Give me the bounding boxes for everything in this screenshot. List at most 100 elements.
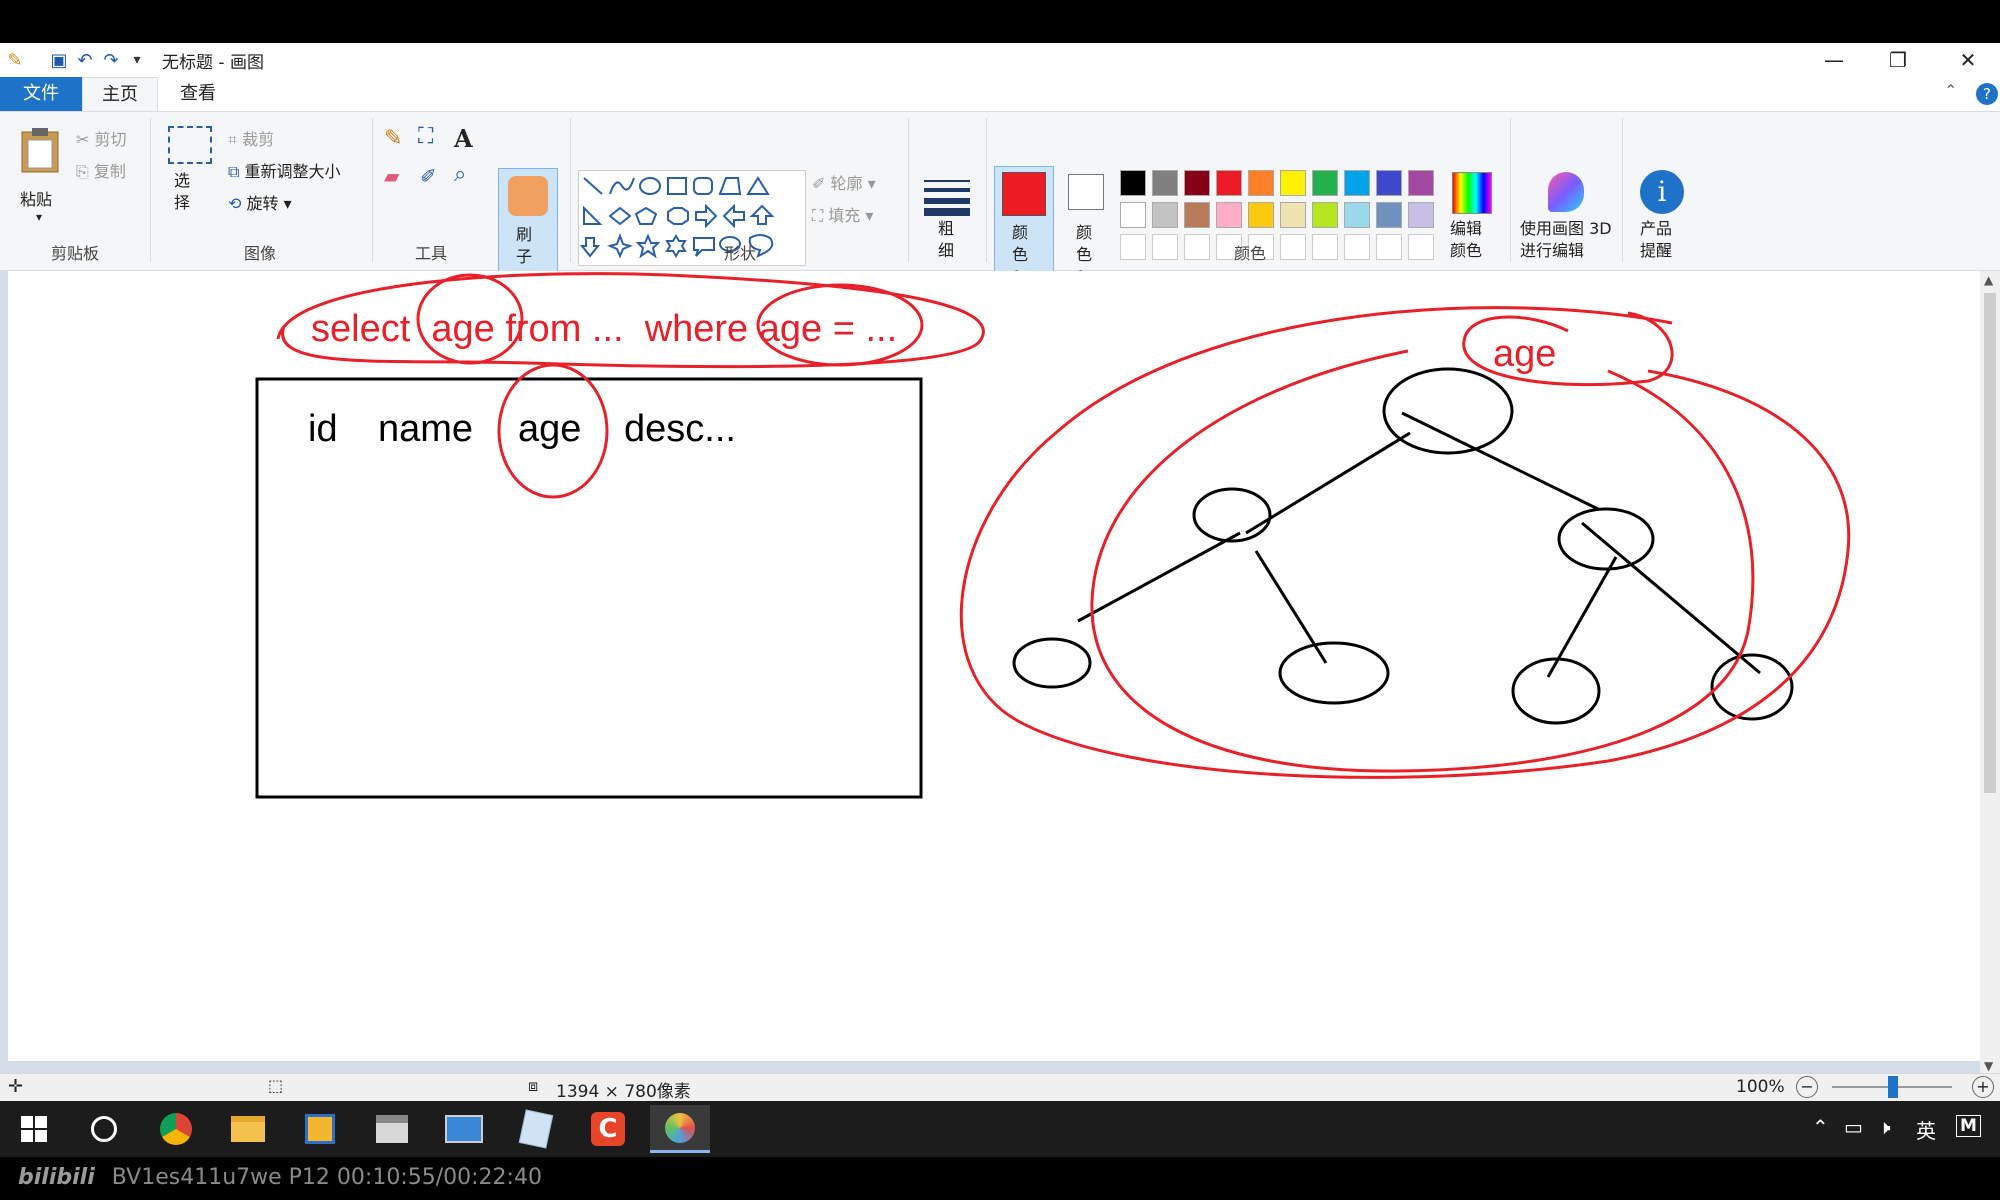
palette-swatch[interactable] (1344, 234, 1370, 260)
palette-swatch[interactable] (1216, 202, 1242, 228)
palette-swatch[interactable] (1312, 234, 1338, 260)
palette-swatch[interactable] (1216, 170, 1242, 196)
clipboard-group-label: 剪贴板 (50, 244, 99, 263)
tab-view[interactable]: 查看 (160, 77, 236, 111)
chrome-app[interactable] (146, 1105, 206, 1153)
notes-app[interactable] (506, 1105, 566, 1153)
copy-button[interactable]: ⎘ 复制 (76, 158, 126, 182)
redo-icon[interactable]: ↷ (98, 47, 124, 73)
fill-label: 填充 (828, 206, 861, 225)
scroll-up-icon[interactable]: ▲ (1984, 273, 1993, 287)
separator (908, 118, 909, 262)
palette-swatch[interactable] (1408, 234, 1434, 260)
palette-swatch[interactable] (1120, 234, 1146, 260)
separator (1622, 118, 1623, 262)
zoom-slider-thumb[interactable] (1888, 1076, 1898, 1098)
zoom-out-icon[interactable]: − (1796, 1076, 1818, 1098)
palette-swatch[interactable] (1312, 202, 1338, 228)
table-box (255, 377, 923, 799)
palette-swatch[interactable] (1344, 170, 1370, 196)
paste-icon (21, 128, 59, 173)
query-text: select age from ... where age = ... (311, 308, 897, 350)
control-panel-app[interactable] (362, 1105, 422, 1153)
palette-swatch[interactable] (1120, 170, 1146, 196)
text-tool-icon[interactable]: A (454, 124, 473, 153)
color2-swatch[interactable] (1068, 174, 1104, 210)
paint-app[interactable] (650, 1105, 710, 1153)
tab-file[interactable]: 文件 (0, 77, 82, 111)
vertical-scrollbar[interactable]: ▲ ▼ (1980, 271, 2000, 1079)
palette-swatch[interactable] (1152, 170, 1178, 196)
notes-icon (518, 1109, 554, 1149)
canvas-drawing: select age from ... where age = ... id n… (255, 272, 1851, 799)
ime-indicator[interactable]: 英 (1916, 1115, 1936, 1144)
start-button[interactable] (4, 1105, 64, 1153)
palette-swatch[interactable] (1120, 202, 1146, 228)
vertical-scroll-thumb[interactable] (1984, 293, 1996, 793)
windows-logo-icon (21, 1116, 47, 1142)
palette-swatch[interactable] (1376, 170, 1402, 196)
palette-swatch[interactable] (1408, 202, 1434, 228)
rotate-label: 旋转 (246, 194, 279, 213)
help-icon[interactable]: ? (1976, 83, 1998, 105)
file-explorer-app[interactable] (218, 1105, 278, 1153)
size-label: 粗细 (938, 219, 955, 260)
ime-mode-icon[interactable]: M (1956, 1115, 1981, 1137)
palette-swatch[interactable] (1408, 170, 1434, 196)
palette-swatch[interactable] (1152, 202, 1178, 228)
undo-icon[interactable]: ↶ (72, 47, 98, 73)
qat-dropdown-icon[interactable]: ▾ (124, 47, 150, 73)
search-button[interactable] (74, 1105, 134, 1153)
outline-button[interactable]: ✐ 轮廓 ▾ (812, 170, 876, 194)
fill-button[interactable]: ⛶ 填充 ▾ (812, 202, 873, 226)
crop-button[interactable]: ⌗ 裁剪 (228, 126, 274, 150)
save-icon[interactable]: ▣ (46, 47, 72, 73)
palette-swatch[interactable] (1280, 170, 1306, 196)
palette-swatch[interactable] (1376, 202, 1402, 228)
show-hidden-icons[interactable]: ⌃ (1812, 1115, 1829, 1139)
palette-swatch[interactable] (1312, 170, 1338, 196)
drawing-canvas[interactable]: select age from ... where age = ... id n… (8, 271, 1980, 1061)
edit-colors-button[interactable]: 编辑颜色 (1444, 168, 1498, 268)
folder-icon (231, 1116, 265, 1142)
color-picker-icon[interactable]: ✐ (420, 164, 437, 188)
colors-group-label: 颜色 (1233, 244, 1266, 263)
minimize-button[interactable]: — (1802, 43, 1866, 77)
palette-swatch[interactable] (1184, 170, 1210, 196)
resize-button[interactable]: ⧉ 重新调整大小 (228, 158, 341, 182)
rotate-button[interactable]: ⟲ 旋转 ▾ (228, 190, 292, 214)
tree-label: age (1493, 333, 1556, 375)
outline-label: 轮廓 (830, 174, 863, 193)
palette-swatch[interactable] (1376, 234, 1402, 260)
volume-muted-icon[interactable]: 🕨 (1878, 1115, 1891, 1139)
collapse-ribbon-icon[interactable]: ⌃ (1944, 81, 1957, 100)
fill-bucket-icon[interactable]: ⛶ (418, 124, 433, 149)
remote-desktop-app[interactable] (434, 1105, 494, 1153)
palette-swatch[interactable] (1344, 202, 1370, 228)
palette-swatch[interactable] (1248, 170, 1274, 196)
close-button[interactable]: ✕ (1936, 43, 2000, 77)
palette-swatch[interactable] (1184, 202, 1210, 228)
app-window-app[interactable] (290, 1105, 350, 1153)
product-alert-button[interactable]: i 产品提醒 (1634, 168, 1690, 268)
magnifier-icon[interactable]: ⌕ (454, 162, 466, 187)
palette-swatch[interactable] (1248, 202, 1274, 228)
zoom-in-icon[interactable]: + (1972, 1076, 1994, 1098)
paste-button[interactable]: 粘贴 ▾ (12, 120, 68, 232)
select-button[interactable]: 选择 (162, 120, 218, 232)
network-icon[interactable]: ▭ (1844, 1115, 1863, 1139)
pencil-icon[interactable]: ✎ (384, 126, 402, 151)
restore-button[interactable]: ❐ (1866, 43, 1930, 77)
image-group-label: 图像 (243, 244, 276, 263)
scroll-down-icon[interactable]: ▼ (1984, 1059, 1993, 1073)
paint-app-icon[interactable]: ✎ (2, 47, 28, 73)
cut-button[interactable]: ✂ 剪切 (76, 126, 127, 150)
size-button[interactable]: 粗细 (918, 170, 976, 266)
palette-swatch[interactable] (1152, 234, 1178, 260)
palette-swatch[interactable] (1280, 202, 1306, 228)
eraser-icon[interactable]: ▰ (384, 164, 399, 188)
tab-home[interactable]: 主页 (82, 77, 158, 111)
copy-label: 复制 (93, 162, 126, 181)
paint3d-button[interactable]: 使用画图 3D 进行编辑 (1518, 168, 1614, 268)
video-app[interactable]: C (578, 1105, 638, 1153)
